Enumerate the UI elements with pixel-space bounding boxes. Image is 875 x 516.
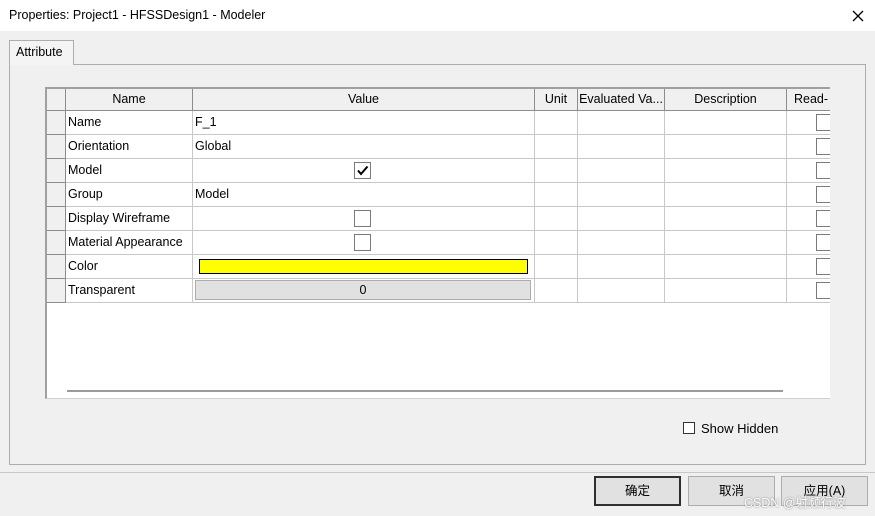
description-cell	[665, 207, 787, 231]
read-only-cell	[787, 135, 830, 159]
transparent-value-cell: 0	[193, 279, 535, 303]
row-name-cell: Transparent	[66, 279, 193, 303]
header-name[interactable]: Name	[66, 89, 193, 111]
unit-cell	[535, 183, 578, 207]
row-name-cell: Model	[66, 159, 193, 183]
display-wireframe-checkbox[interactable]	[354, 210, 371, 227]
transparent-value-button[interactable]: 0	[195, 280, 531, 300]
unit-cell	[535, 279, 578, 303]
row-header[interactable]	[47, 159, 66, 183]
read-only-checkbox[interactable]	[816, 138, 830, 155]
checkmark-icon	[357, 165, 369, 176]
ok-button[interactable]: 确定	[594, 476, 681, 506]
header-description[interactable]: Description	[665, 89, 787, 111]
model-checkbox[interactable]	[354, 162, 371, 179]
read-only-cell	[787, 231, 830, 255]
row-name-cell: Name	[66, 111, 193, 135]
header-value[interactable]: Value	[193, 89, 535, 111]
read-only-checkbox[interactable]	[816, 234, 830, 251]
unit-cell	[535, 207, 578, 231]
window-title: Properties: Project1 - HFSSDesign1 - Mod…	[9, 8, 266, 22]
group-value-field[interactable]: Model	[193, 183, 535, 207]
evaluated-value-cell	[578, 279, 665, 303]
color-value-cell	[193, 255, 535, 279]
show-hidden-label: Show Hidden	[701, 420, 779, 436]
model-value-cell	[193, 159, 535, 183]
read-only-checkbox[interactable]	[816, 114, 830, 131]
read-only-cell	[787, 159, 830, 183]
row-header[interactable]	[47, 135, 66, 159]
row-header[interactable]	[47, 207, 66, 231]
read-only-cell	[787, 111, 830, 135]
read-only-checkbox[interactable]	[816, 282, 830, 299]
row-name-cell: Display Wireframe	[66, 207, 193, 231]
evaluated-value-cell	[578, 231, 665, 255]
read-only-cell	[787, 207, 830, 231]
show-hidden-checkbox[interactable]	[683, 422, 695, 434]
footer-divider	[0, 472, 875, 473]
name-value-field[interactable]: F_1	[193, 111, 535, 135]
property-grid: Name Value Unit Evaluated Va... Descript…	[45, 87, 830, 399]
read-only-checkbox[interactable]	[816, 162, 830, 179]
evaluated-value-cell	[578, 159, 665, 183]
description-cell	[665, 231, 787, 255]
title-bar: Properties: Project1 - HFSSDesign1 - Mod…	[0, 0, 875, 31]
evaluated-value-cell	[578, 207, 665, 231]
description-cell	[665, 255, 787, 279]
header-read-only[interactable]: Read-	[787, 89, 830, 111]
material-appearance-value-cell	[193, 231, 535, 255]
unit-cell	[535, 135, 578, 159]
close-icon	[852, 10, 864, 21]
description-cell	[665, 135, 787, 159]
description-cell	[665, 111, 787, 135]
evaluated-value-cell	[578, 135, 665, 159]
row-name-cell: Material Appearance	[66, 231, 193, 255]
unit-cell	[535, 159, 578, 183]
row-name-cell: Color	[66, 255, 193, 279]
read-only-checkbox[interactable]	[816, 258, 830, 275]
watermark-text: CSDN @射频行波	[744, 496, 846, 510]
display-wireframe-value-cell	[193, 207, 535, 231]
row-name-cell: Group	[66, 183, 193, 207]
row-header[interactable]	[47, 255, 66, 279]
row-header[interactable]	[47, 279, 66, 303]
row-header[interactable]	[47, 183, 66, 207]
material-appearance-checkbox[interactable]	[354, 234, 371, 251]
orientation-value-field[interactable]: Global	[193, 135, 535, 159]
grid-corner	[47, 89, 66, 111]
close-button[interactable]	[841, 0, 875, 31]
evaluated-value-cell	[578, 111, 665, 135]
read-only-checkbox[interactable]	[816, 210, 830, 227]
row-name-cell: Orientation	[66, 135, 193, 159]
read-only-checkbox[interactable]	[816, 186, 830, 203]
unit-cell	[535, 255, 578, 279]
unit-cell	[535, 111, 578, 135]
read-only-cell	[787, 255, 830, 279]
description-cell	[665, 183, 787, 207]
read-only-cell	[787, 279, 830, 303]
header-unit[interactable]: Unit	[535, 89, 578, 111]
horizontal-scrollbar[interactable]	[67, 390, 783, 392]
tab-attribute-label: Attribute	[16, 45, 63, 59]
row-header[interactable]	[47, 231, 66, 255]
read-only-cell	[787, 183, 830, 207]
color-swatch[interactable]	[199, 259, 528, 274]
evaluated-value-cell	[578, 255, 665, 279]
unit-cell	[535, 231, 578, 255]
row-header[interactable]	[47, 111, 66, 135]
header-evaluated-value[interactable]: Evaluated Va...	[578, 89, 665, 111]
show-hidden-option[interactable]: Show Hidden	[683, 420, 779, 436]
description-cell	[665, 159, 787, 183]
description-cell	[665, 279, 787, 303]
evaluated-value-cell	[578, 183, 665, 207]
tab-attribute[interactable]: Attribute	[9, 40, 74, 65]
